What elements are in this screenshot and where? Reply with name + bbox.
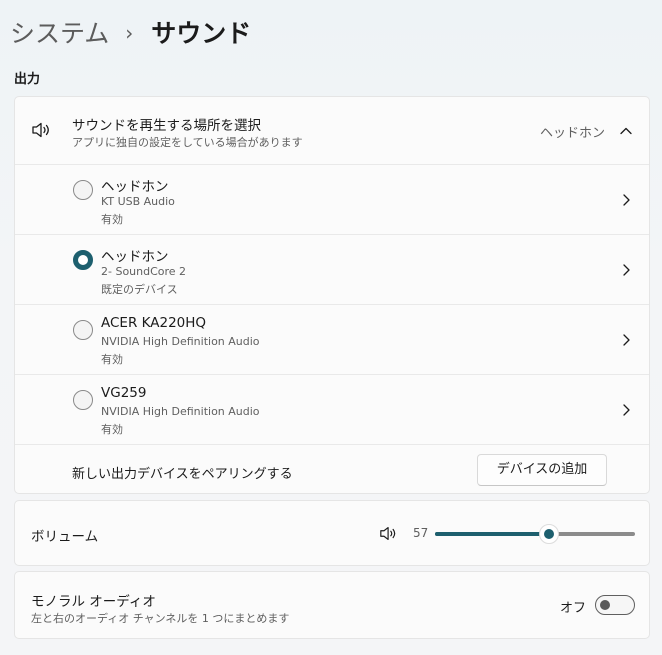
toggle-knob xyxy=(600,600,610,610)
chevron-up-icon[interactable] xyxy=(619,124,633,138)
device-radio[interactable] xyxy=(73,390,93,410)
device-radio[interactable] xyxy=(73,180,93,200)
device-radio-selected[interactable] xyxy=(73,250,93,270)
device-status: 有効 xyxy=(101,423,123,436)
page-title: サウンド xyxy=(151,19,252,48)
breadcrumb-system-link[interactable]: システム xyxy=(10,14,109,50)
output-device-item[interactable]: ACER KA220HQ NVIDIA High Definition Audi… xyxy=(15,305,649,375)
output-section-title: 出力 xyxy=(14,72,41,87)
chevron-right-icon[interactable] xyxy=(619,263,633,277)
pair-device-row: 新しい出力デバイスをペアリングする デバイスの追加 xyxy=(15,445,649,495)
device-driver: KT USB Audio xyxy=(101,195,175,208)
device-driver: 2- SoundCore 2 xyxy=(101,265,187,278)
add-device-button[interactable]: デバイスの追加 xyxy=(477,454,607,486)
mono-audio-toggle[interactable] xyxy=(595,595,635,615)
output-device-item[interactable]: VG259 NVIDIA High Definition Audio 有効 xyxy=(15,375,649,445)
volume-slider-thumb[interactable] xyxy=(539,524,559,544)
chevron-right-icon[interactable] xyxy=(619,193,633,207)
mono-audio-title: モノラル オーディオ xyxy=(31,594,156,610)
chevron-right-icon[interactable] xyxy=(619,333,633,347)
device-driver: NVIDIA High Definition Audio xyxy=(101,405,260,418)
volume-value: 57 xyxy=(413,526,429,540)
device-name: ヘッドホン xyxy=(101,249,169,265)
device-driver: NVIDIA High Definition Audio xyxy=(101,335,260,348)
device-name: VG259 xyxy=(101,385,147,401)
output-device-item[interactable]: ヘッドホン 2- SoundCore 2 既定のデバイス xyxy=(15,235,649,305)
volume-label: ボリューム xyxy=(31,529,99,545)
mono-toggle-label: オフ xyxy=(560,601,587,616)
pair-device-label: 新しい出力デバイスをペアリングする xyxy=(72,467,293,482)
volume-slider[interactable] xyxy=(435,532,635,536)
breadcrumb-separator-icon: › xyxy=(125,21,134,45)
mono-audio-subtitle: 左と右のオーディオ チャンネルを 1 つにまとめます xyxy=(31,612,290,625)
volume-slider-fill xyxy=(435,532,549,536)
output-card: サウンドを再生する場所を選択 アプリに独自の設定をしている場合があります ヘッド… xyxy=(14,96,650,494)
speaker-icon xyxy=(32,122,49,138)
breadcrumb: システム › サウンド xyxy=(10,10,251,54)
output-header-title: サウンドを再生する場所を選択 xyxy=(72,118,261,134)
volume-speaker-icon[interactable] xyxy=(379,525,399,542)
device-status: 有効 xyxy=(101,213,123,226)
device-radio[interactable] xyxy=(73,320,93,340)
output-device-item[interactable]: ヘッドホン KT USB Audio 有効 xyxy=(15,165,649,235)
output-header-subtitle: アプリに独自の設定をしている場合があります xyxy=(72,136,303,149)
output-device-selector-header[interactable]: サウンドを再生する場所を選択 アプリに独自の設定をしている場合があります ヘッド… xyxy=(15,97,649,165)
volume-card: ボリューム 57 xyxy=(14,500,650,566)
device-status: 既定のデバイス xyxy=(101,283,178,296)
device-name: ACER KA220HQ xyxy=(101,315,207,331)
device-status: 有効 xyxy=(101,353,123,366)
mono-audio-card: モノラル オーディオ 左と右のオーディオ チャンネルを 1 つにまとめます オフ xyxy=(14,571,650,639)
chevron-right-icon[interactable] xyxy=(619,403,633,417)
device-name: ヘッドホン xyxy=(101,179,169,195)
selected-output-device: ヘッドホン xyxy=(539,126,605,141)
